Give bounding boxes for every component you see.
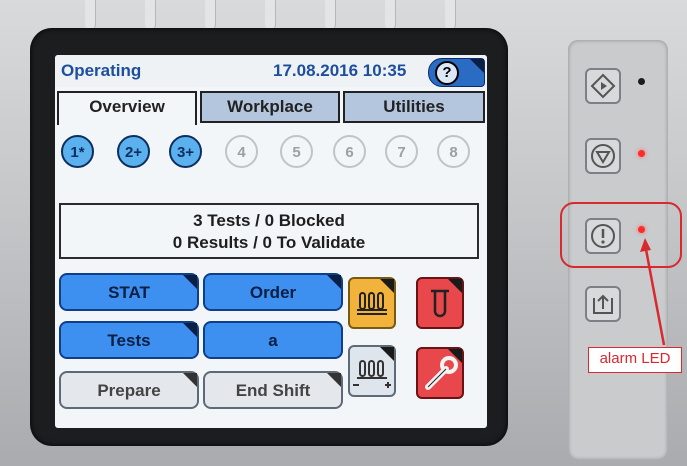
callout-arrow <box>640 238 666 346</box>
alarm-led-annotation: alarm LED <box>588 347 682 373</box>
